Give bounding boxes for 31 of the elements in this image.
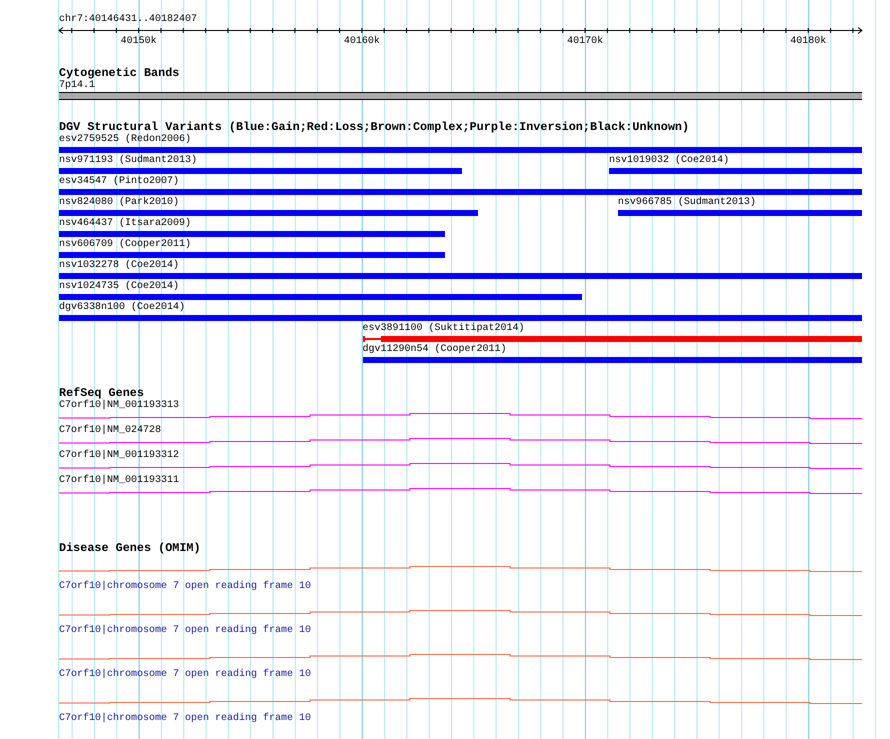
variant-label: nsv971193 (Sudmant2013) — [59, 155, 198, 167]
ruler-tick-label: 40170k — [567, 36, 604, 48]
gene-label: C7orf10|NM_001193312 — [59, 450, 180, 462]
ruler-tick-label: 40160k — [344, 36, 380, 48]
region-label: chr7:40146431..40182407 — [59, 14, 198, 26]
variant-label: esv34547 (Pinto2007) — [59, 176, 180, 188]
variant-label: nsv464437 (Itsara2009) — [59, 218, 192, 230]
variant-label: dgv11290n54 (Cooper2011) — [362, 344, 507, 356]
ruler-tick-label: 40180k — [790, 36, 826, 48]
variant-label: nsv1019032 (Coe2014) — [609, 155, 730, 167]
disease-gene-label: C7orf10|chromosome 7 open reading frame 10 — [59, 713, 312, 725]
gene-label: C7orf10|NM_001193311 — [59, 475, 180, 487]
variant-label: nsv1024735 (Coe2014) — [59, 281, 180, 293]
gene-label: C7orf10|NM_001193313 — [59, 400, 180, 412]
variant-label: nsv1032278 (Coe2014) — [59, 260, 180, 272]
variant-label: nsv824080 (Park2010) — [59, 197, 180, 209]
variant-label: nsv606709 (Cooper2011) — [59, 239, 192, 251]
ruler-tick-label: 40150k — [120, 36, 157, 48]
variant-label: dgv6338n100 (Coe2014) — [59, 302, 186, 314]
disease-gene-label: C7orf10|chromosome 7 open reading frame 10 — [59, 669, 312, 681]
band-label: 7p14.1 — [59, 80, 96, 92]
gene-label: C7orf10|NM_024728 — [59, 425, 162, 437]
variant-label: nsv966785 (Sudmant2013) — [618, 197, 756, 209]
disease-gene-label: C7orf10|chromosome 7 open reading frame 10 — [59, 581, 312, 593]
variant-label: esv3891100 (Suktitipat2014) — [362, 323, 525, 335]
track-title: Cytogenetic Bands — [59, 67, 180, 80]
disease-gene-label: C7orf10|chromosome 7 open reading frame 10 — [59, 625, 312, 637]
track-title: Disease Genes (OMIM) — [59, 542, 202, 555]
track-title: DGV Structural Variants (Blue:Gain;Red:Loss;Brown:Complex;Purple:Inversion;Black:Unknown) — [59, 121, 690, 134]
variant-label: esv2759525 (Redon2006) — [59, 134, 192, 146]
track-title: RefSeq Genes — [59, 387, 144, 400]
